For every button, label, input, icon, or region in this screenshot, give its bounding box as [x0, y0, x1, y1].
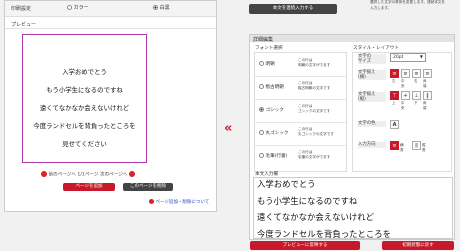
- halign-label: 文字揃え (横): [358, 70, 386, 81]
- align-left-icon[interactable]: ≡: [390, 69, 399, 78]
- help-icon: [149, 199, 154, 204]
- radio-icon: [259, 153, 264, 158]
- font-option-maru-gothic[interactable]: 丸ゴシック この行は 丸ゴシックの文字です: [255, 122, 346, 146]
- preview-panel: 印刷設定 カラー 白黒 プレビュー 入学おめでとう もう小学生になるのですね 遠…: [4, 0, 217, 212]
- color-option[interactable]: カラー: [67, 4, 89, 11]
- double-arrow-icon: «: [224, 121, 233, 136]
- align-right-icon[interactable]: ≡: [412, 69, 421, 78]
- add-page-button[interactable]: ページを追加: [63, 183, 115, 191]
- direction-label: 入力方向: [358, 142, 386, 148]
- preview-line: 今度ランドセルを背負ったところを: [33, 122, 136, 130]
- detail-title: 詳細編集: [253, 37, 274, 43]
- note-line: 選択した文字の書体を変更します。連続本文を: [370, 0, 446, 4]
- align-justify-icon[interactable]: ≡: [423, 69, 432, 78]
- valign-middle-icon[interactable]: +: [401, 91, 410, 100]
- preview-label: プレビュー: [11, 22, 37, 28]
- preview-line: 見せてください: [62, 140, 107, 148]
- card-preview: 入学おめでとう もう小学生になるのですね 遠くてなかなか会えないけれど 今度ラン…: [22, 34, 147, 163]
- color-label: 文字の色: [358, 121, 386, 127]
- next-arrow-icon[interactable]: [128, 171, 135, 177]
- valign-justify-icon[interactable]: ‖: [423, 91, 432, 100]
- align-center-icon[interactable]: ≡: [401, 69, 410, 78]
- valign-label: 文字揃え (縦): [358, 92, 386, 103]
- horizontal-write-icon[interactable]: ≡: [390, 141, 399, 150]
- body-text-input[interactable]: 入学おめでとう もう小学生になるのですね 遠くてなかなか会えないけれど 今度ラン…: [253, 177, 453, 239]
- font-option-gothic[interactable]: ゴシック この行は ゴシックの文字です: [255, 99, 346, 123]
- font-list: 明朝 この行は 明朝の文字がでます 楷古明朝 この行は 楷古明朝の文字です ゴシック…: [254, 52, 347, 172]
- radio-icon: [259, 130, 264, 135]
- size-label: 文字の サイズ: [358, 54, 386, 65]
- reset-button[interactable]: 初期状態に戻す: [382, 241, 454, 250]
- valign-bottom-icon[interactable]: ⊥: [412, 91, 421, 100]
- text-color-icon[interactable]: A: [390, 120, 399, 129]
- preview-line: 入学おめでとう: [62, 68, 107, 76]
- preview-line: もう小学生になるのですね: [46, 86, 123, 94]
- font-option-mouhitsu[interactable]: 毛筆(行書) この行は 毛筆の文字がでます: [255, 145, 346, 168]
- detail-header: 詳細編集: [250, 35, 454, 43]
- input-line: 遠くてなかなか会えないけれど: [257, 212, 374, 222]
- mono-option[interactable]: 白黒: [153, 4, 170, 11]
- font-option-mincho[interactable]: 明朝 この行は 明朝の文字がでます: [255, 53, 346, 77]
- style-section-title: スタイル・レイアウト: [353, 46, 399, 51]
- help-link[interactable]: ページ追加・削除について: [149, 199, 209, 205]
- detail-panel: 詳細編集 フォント選択 明朝 この行は 明朝の文字がでます 楷古明朝 この行は 楷古…: [249, 34, 455, 240]
- prev-arrow-icon[interactable]: [41, 171, 47, 177]
- font-section-title: フォント選択: [255, 46, 283, 51]
- print-setting-row: 印刷設定 カラー 白黒: [5, 1, 216, 17]
- radio-icon: [259, 107, 264, 112]
- input-line: 入学おめでとう: [257, 179, 316, 189]
- page-indicator: 1/1ページ: [77, 172, 99, 178]
- vertical-write-icon[interactable]: ⫼: [412, 141, 421, 150]
- input-line: 今度ランドセルを背負ったところを: [257, 229, 391, 239]
- divider: [5, 28, 216, 29]
- radio-icon: [67, 5, 72, 10]
- chevron-down-icon: ▼: [419, 54, 423, 59]
- page-nav: 前のページへ 1/1ページ 次のページへ: [41, 171, 135, 178]
- next-page-link[interactable]: 次のページへ: [100, 173, 127, 178]
- delete-page-button[interactable]: このページを削除: [123, 183, 173, 191]
- valign-top-icon[interactable]: ⊤: [390, 91, 399, 100]
- radio-icon: [259, 84, 264, 89]
- radio-icon: [153, 5, 158, 10]
- radio-icon: [259, 61, 264, 66]
- apply-preview-button[interactable]: プレビューに反映する: [250, 241, 360, 250]
- prev-page-link[interactable]: 前のページへ: [48, 173, 75, 178]
- continuous-input-button[interactable]: 本文を連続入力する: [249, 4, 337, 14]
- input-line: もう小学生になるのですね: [257, 196, 358, 206]
- font-size-select[interactable]: 20pt ▼: [390, 53, 426, 62]
- note-line: 入力します。: [370, 6, 392, 10]
- font-option-kyokasho[interactable]: 楷古明朝 この行は 楷古明朝の文字です: [255, 76, 346, 100]
- print-setting-label: 印刷設定: [11, 6, 32, 12]
- preview-line: 遠くてなかなか会えないけれど: [39, 104, 130, 112]
